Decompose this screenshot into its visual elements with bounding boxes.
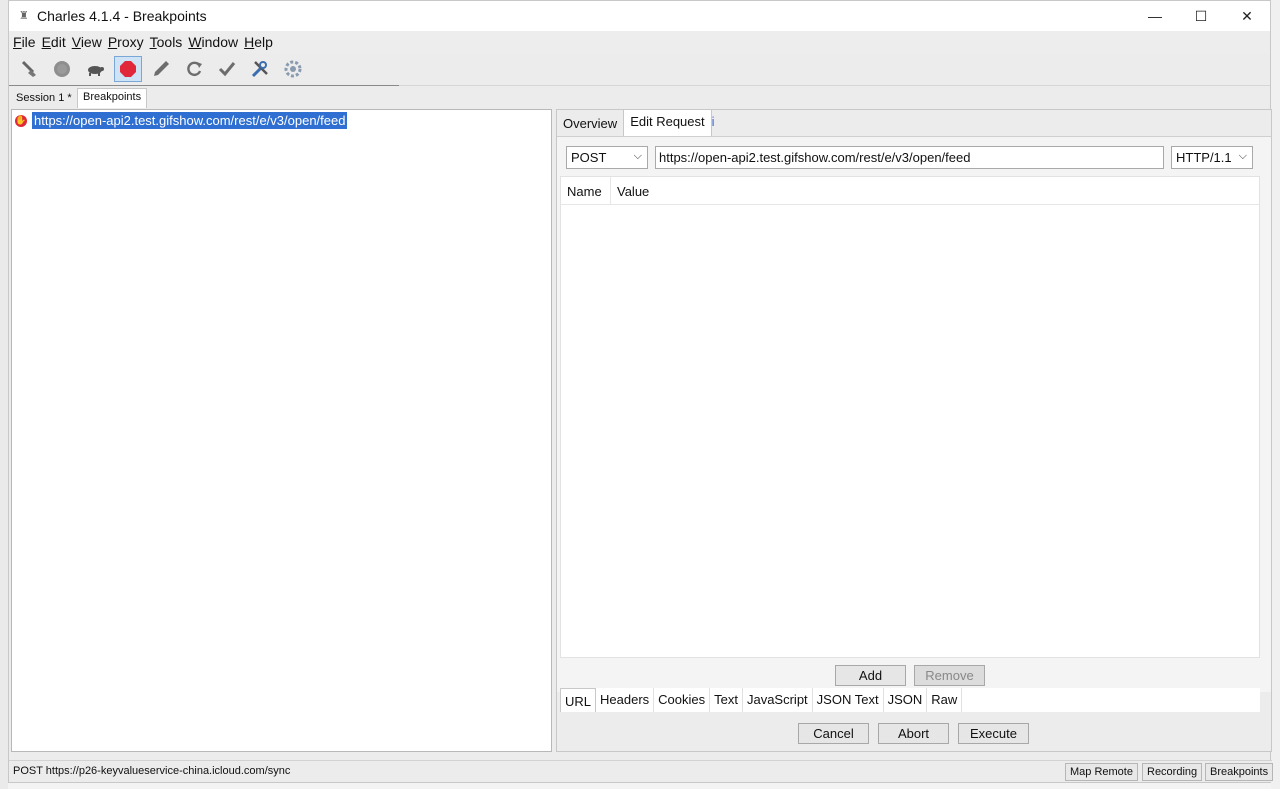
protocol-value: HTTP/1.1 [1176, 150, 1232, 165]
params-table: Name Value [560, 176, 1260, 658]
chevron-down-icon: ⌵ [1238, 150, 1247, 162]
breakpoint-list-pane: ✋ https://open-api2.test.gifshow.com/res… [11, 109, 552, 752]
map-remote-toggle[interactable]: Map Remote [1065, 763, 1138, 781]
close-button[interactable]: ✕ [1224, 1, 1270, 31]
status-bar: POST https://p26-keyvalueservice-china.i… [9, 760, 1274, 782]
subtab-javascript[interactable]: JavaScript [743, 688, 813, 712]
tools-icon[interactable] [246, 56, 274, 82]
remove-button[interactable]: Remove [914, 665, 985, 686]
menu-window-rest: indow [201, 34, 239, 50]
window-title: Charles 4.1.4 - Breakpoints [37, 8, 207, 24]
menu-edit[interactable]: Edit [42, 34, 66, 50]
menu-file[interactable]: File [13, 34, 36, 50]
menu-bar: File Edit View Proxy Tools Window Help [9, 31, 1270, 53]
cancel-button[interactable]: Cancel [798, 723, 869, 744]
chevron-down-icon: ⌵ [633, 150, 642, 162]
tab-overflow-marker: i [711, 114, 715, 129]
url-input[interactable]: https://open-api2.test.gifshow.com/rest/… [655, 146, 1164, 169]
method-value: POST [571, 150, 607, 165]
menu-view-rest: iew [80, 34, 102, 50]
menu-proxy-rest: roxy [117, 34, 144, 50]
broom-icon[interactable] [15, 56, 43, 82]
menu-proxy-mnemonic: P [107, 34, 118, 50]
request-line: POST ⌵ https://open-api2.test.gifshow.co… [566, 146, 1263, 169]
menu-help[interactable]: Help [244, 34, 273, 50]
recording-toggle[interactable]: Recording [1142, 763, 1203, 781]
breakpoint-url[interactable]: https://open-api2.test.gifshow.com/rest/… [32, 112, 348, 129]
method-select[interactable]: POST ⌵ [566, 146, 648, 169]
breakpoints-toggle[interactable]: Breakpoints [1205, 763, 1274, 781]
detail-tabs: Overview Edit Request i [557, 110, 715, 136]
menu-file-mnemonic: F [13, 34, 22, 50]
menu-proxy[interactable]: Proxy [108, 34, 144, 50]
session-tab-bar: Session 1 * Breakpoints [9, 86, 1270, 108]
refresh-icon[interactable] [180, 56, 208, 82]
params-table-header: Name Value [561, 177, 1259, 205]
subtab-text[interactable]: Text [710, 688, 743, 712]
background-window-strip-right [1271, 0, 1280, 789]
title-bar: ♜ Charles 4.1.4 - Breakpoints — ☐ ✕ [9, 1, 1270, 31]
tab-overview[interactable]: Overview [557, 110, 623, 136]
charles-window: ♜ Charles 4.1.4 - Breakpoints — ☐ ✕ File… [8, 0, 1274, 783]
turtle-icon[interactable] [81, 56, 109, 82]
window-controls: — ☐ ✕ [1132, 1, 1270, 31]
menu-view-mnemonic: V [71, 34, 81, 50]
request-detail-pane: Overview Edit Request i POST ⌵ https://o… [556, 109, 1272, 752]
breakpoint-icon[interactable] [114, 56, 142, 82]
check-icon[interactable] [213, 56, 241, 82]
column-value-header[interactable]: Value [611, 177, 1259, 204]
menu-view[interactable]: View [72, 34, 102, 50]
add-button[interactable]: Add [835, 665, 906, 686]
list-item[interactable]: ✋ https://open-api2.test.gifshow.com/res… [15, 112, 348, 129]
abort-button[interactable]: Abort [878, 723, 949, 744]
menu-help-mnemonic: H [244, 34, 255, 50]
menu-help-rest: elp [254, 34, 273, 50]
menu-file-rest: ile [21, 34, 36, 50]
menu-edit-mnemonic: E [41, 34, 51, 50]
menu-tools-mnemonic: T [149, 34, 157, 50]
menu-tools-rest: ools [156, 34, 183, 50]
background-window-strip [0, 0, 8, 789]
menu-window-mnemonic: W [188, 34, 202, 50]
status-text: POST https://p26-keyvalueservice-china.i… [13, 765, 291, 777]
subtab-cookies[interactable]: Cookies [654, 688, 711, 712]
breakpoint-stop-icon: ✋ [15, 114, 27, 127]
request-subtabs: URL Headers Cookies Text JavaScript JSON… [560, 688, 1260, 712]
charles-app-icon: ♜ [19, 10, 29, 22]
protocol-select[interactable]: HTTP/1.1 ⌵ [1171, 146, 1253, 169]
minimize-button[interactable]: — [1132, 1, 1178, 31]
tab-session-1[interactable]: Session 1 * [11, 90, 77, 108]
subtab-raw[interactable]: Raw [927, 688, 963, 712]
tab-edit-request[interactable]: Edit Request [623, 110, 712, 136]
maximize-button[interactable]: ☐ [1178, 1, 1224, 31]
toolbar [9, 53, 1270, 86]
edit-request-panel: POST ⌵ https://open-api2.test.gifshow.co… [557, 136, 1271, 712]
menu-window[interactable]: Window [188, 34, 238, 50]
column-name-header[interactable]: Name [561, 177, 611, 204]
menu-tools[interactable]: Tools [150, 34, 183, 50]
pen-icon[interactable] [147, 56, 175, 82]
execute-button[interactable]: Execute [958, 723, 1029, 744]
subtab-url[interactable]: URL [560, 688, 597, 712]
subtab-json[interactable]: JSON [884, 688, 928, 712]
subtab-json-text[interactable]: JSON Text [813, 688, 884, 712]
menu-edit-rest: dit [50, 34, 66, 50]
gear-icon[interactable] [279, 56, 307, 82]
tab-breakpoints[interactable]: Breakpoints [77, 88, 148, 108]
record-icon[interactable] [48, 56, 76, 82]
subtab-headers[interactable]: Headers [596, 688, 655, 712]
